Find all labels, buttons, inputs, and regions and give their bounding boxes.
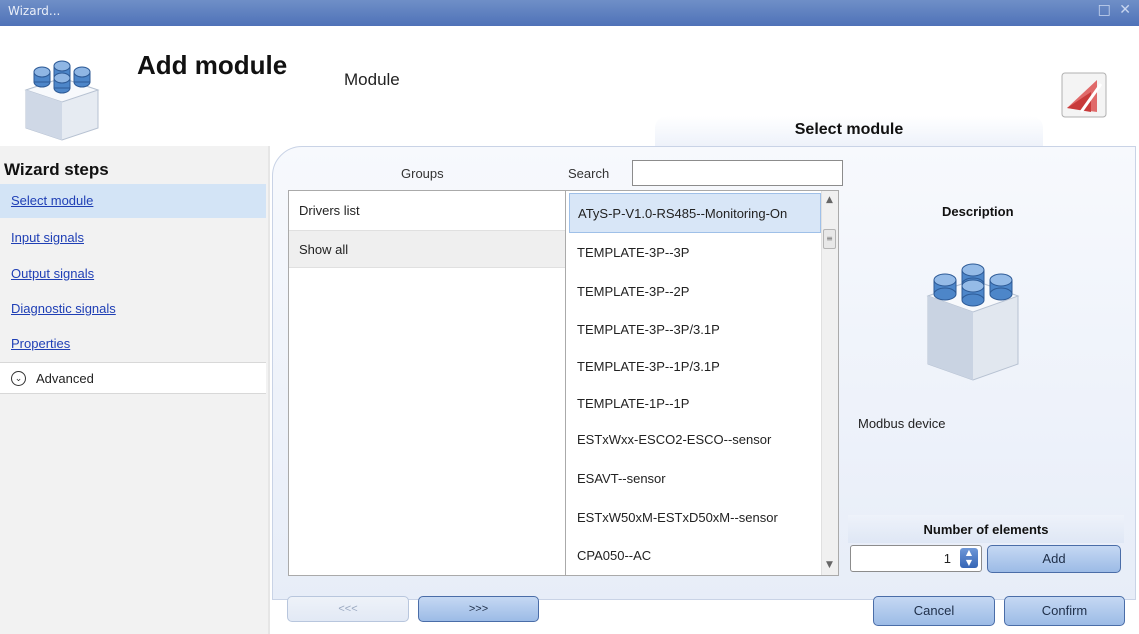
search-input[interactable] [632, 160, 843, 186]
group-drivers-list[interactable]: Drivers list [289, 192, 565, 230]
module-preview-icon [918, 246, 1028, 386]
module-item[interactable]: ESTxWxx-ESCO2-ESCO--sensor [569, 420, 821, 460]
panel-divider [268, 146, 270, 634]
chevron-down-icon[interactable]: ⌄ [11, 371, 26, 386]
window-title-bar[interactable] [0, 0, 1139, 26]
window-controls[interactable]: □ ✕ [1098, 2, 1133, 18]
step-diagnostic-signals[interactable]: Diagnostic signals [0, 292, 266, 326]
confirm-button[interactable]: Confirm [1004, 596, 1125, 626]
advanced-expander[interactable]: Advanced [0, 362, 266, 394]
step-select-module[interactable]: Select module [0, 184, 266, 218]
spin-arrows-icon[interactable]: ▲ ▼ [960, 548, 978, 568]
module-item[interactable]: ATyS-P-V1.0-RS485--Monitoring-On [569, 193, 821, 233]
logo-icon [1061, 72, 1107, 118]
search-label: Search [568, 166, 610, 181]
description-title: Description [942, 204, 1014, 219]
window-title: Wizard... [8, 4, 61, 18]
cancel-button[interactable]: Cancel [873, 596, 995, 626]
module-item[interactable]: TEMPLATE-3P--3P [569, 233, 821, 273]
add-button[interactable]: Add [987, 545, 1121, 573]
wizard-steps-title: Wizard steps [4, 160, 109, 179]
module-block-icon [16, 50, 108, 142]
page-title: Add module [137, 50, 288, 80]
groups-header: Groups [401, 166, 444, 181]
scroll-thumb[interactable]: ≡ [823, 229, 836, 249]
step-output-signals[interactable]: Output signals [0, 257, 266, 291]
page-subtitle: Module [344, 70, 400, 89]
step-input-signals[interactable]: Input signals [0, 221, 266, 255]
module-item[interactable]: ESTxW50xM-ESTxD50xM--sensor [569, 498, 821, 538]
module-item[interactable]: TEMPLATE-3P--3P/3.1P [569, 310, 821, 350]
scroll-down-icon[interactable]: ▼ [821, 559, 838, 571]
scroll-up-icon[interactable]: ▲ [821, 194, 838, 206]
module-item[interactable]: TEMPLATE-3P--2P [569, 272, 821, 312]
previous-button[interactable]: <<< [287, 596, 409, 622]
module-item[interactable]: TEMPLATE-3P--1P/3.1P [569, 347, 821, 387]
description-text: Modbus device [858, 416, 946, 431]
module-item[interactable]: CPA050--AC [569, 536, 821, 576]
module-item[interactable]: ESAVT--sensor [569, 459, 821, 499]
step-properties[interactable]: Properties [0, 327, 266, 361]
next-button[interactable]: >>> [418, 596, 539, 622]
group-show-all[interactable]: Show all [289, 230, 565, 268]
tab-select-module: Select module [655, 116, 1043, 146]
module-item[interactable]: TEMPLATE-1P--1P [569, 384, 821, 424]
number-of-elements-label: Number of elements [848, 515, 1124, 543]
